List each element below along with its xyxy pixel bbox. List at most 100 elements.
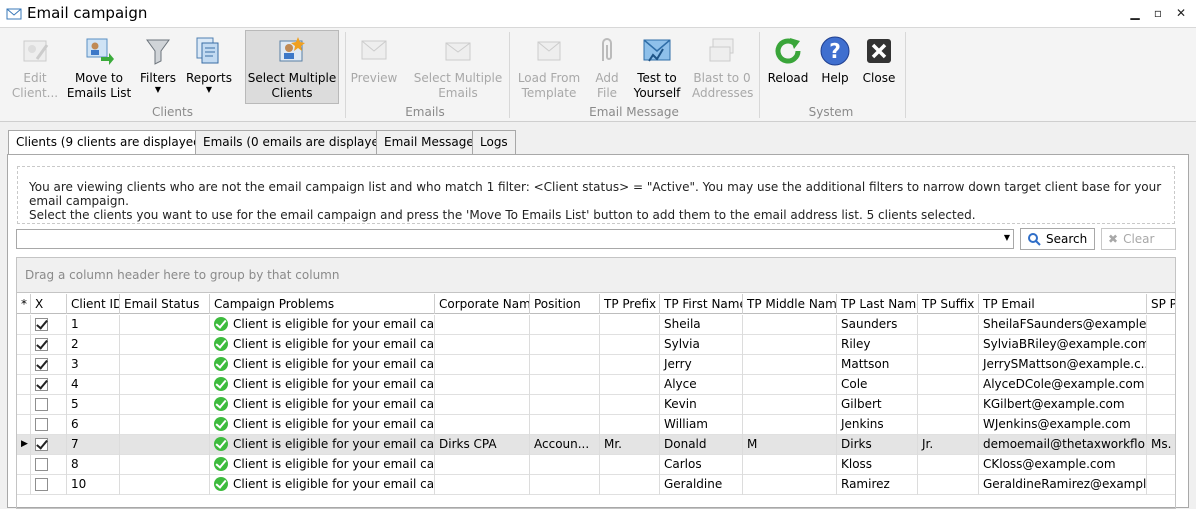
row-checkbox-cell[interactable] xyxy=(31,455,67,475)
cell-campaign-problems: Client is eligible for your email ca... xyxy=(210,395,435,415)
cell-corp xyxy=(435,355,530,375)
cell-id: 1 xyxy=(67,315,120,335)
select-multiple-emails-button[interactable]: Select Multiple Emails xyxy=(413,31,503,105)
column-header-7[interactable]: TP Prefix xyxy=(600,294,660,314)
blast-icon xyxy=(709,38,734,62)
table-row[interactable]: 3 Client is eligible for your email ca...… xyxy=(17,355,1175,375)
filters-button[interactable]: Filters ▼ xyxy=(138,31,178,105)
blast-button[interactable]: Blast to 0 Addresses xyxy=(692,31,753,105)
row-checkbox[interactable] xyxy=(35,318,48,331)
edit-client-button[interactable]: Edit Client... xyxy=(10,31,60,105)
select-multiple-clients-button[interactable]: Select Multiple Clients xyxy=(245,30,339,104)
row-checkbox[interactable] xyxy=(35,418,48,431)
cell-id: 10 xyxy=(67,475,120,495)
column-header-12[interactable]: TP Email xyxy=(979,294,1147,314)
cell-email-status xyxy=(120,315,210,335)
cell-corp xyxy=(435,395,530,415)
cell-campaign-problems: Client is eligible for your email ca... xyxy=(210,415,435,435)
table-row[interactable]: 8 Client is eligible for your email ca...… xyxy=(17,455,1175,475)
column-header-6[interactable]: Position xyxy=(530,294,600,314)
reports-button[interactable]: Reports ▼ xyxy=(184,31,234,105)
cell-middle xyxy=(743,375,837,395)
preview-button[interactable]: Preview xyxy=(350,31,398,105)
row-checkbox[interactable] xyxy=(35,398,48,411)
row-checkbox[interactable] xyxy=(35,338,48,351)
table-row[interactable]: 1 Client is eligible for your email ca...… xyxy=(17,315,1175,335)
cell-suffix xyxy=(918,355,979,375)
cell-first: Donald xyxy=(660,435,743,455)
cell-suffix xyxy=(918,395,979,415)
search-button[interactable]: Search xyxy=(1020,228,1095,250)
current-row-icon: ▶ xyxy=(21,439,28,449)
tab-emails[interactable]: Emails (0 emails are displayed) xyxy=(195,130,400,155)
dropdown-arrow-icon: ▼ xyxy=(205,85,213,94)
reload-button[interactable]: Reload xyxy=(765,31,811,105)
tab-logs[interactable]: Logs xyxy=(472,130,516,155)
search-icon xyxy=(1028,233,1041,246)
row-checkbox[interactable] xyxy=(35,458,48,471)
help-button[interactable]: ? Help xyxy=(816,31,854,105)
column-header-11[interactable]: TP Suffix xyxy=(918,294,979,314)
clear-icon: ✖ xyxy=(1108,232,1119,246)
column-header-10[interactable]: TP Last Name xyxy=(837,294,918,314)
row-checkbox-cell[interactable] xyxy=(31,315,67,335)
cell-corp xyxy=(435,315,530,335)
chevron-down-icon[interactable]: ▼ xyxy=(1004,233,1010,242)
table-row[interactable]: ▶ 7 Client is eligible for your email ca..… xyxy=(17,435,1175,455)
dropdown-arrow-icon: ▼ xyxy=(154,85,162,94)
group-by-panel[interactable]: Drag a column header here to group by th… xyxy=(17,258,1175,293)
column-header-3[interactable]: Email Status xyxy=(120,294,210,314)
minimize-icon[interactable]: ▁ xyxy=(1128,6,1142,20)
column-header-2[interactable]: Client ID xyxy=(67,294,120,314)
row-checkbox-cell[interactable] xyxy=(31,435,67,455)
cell-email-status xyxy=(120,355,210,375)
tab-clients[interactable]: Clients (9 clients are displayed) xyxy=(8,130,214,156)
reports-icon xyxy=(196,37,219,64)
column-header-5[interactable]: Corporate Name xyxy=(435,294,530,314)
row-checkbox-cell[interactable] xyxy=(31,475,67,495)
load-from-template-button[interactable]: Load From Template xyxy=(515,31,583,105)
row-checkbox[interactable] xyxy=(35,478,48,491)
funnel-icon xyxy=(146,39,170,65)
column-header-9[interactable]: TP Middle Name xyxy=(743,294,837,314)
cell-campaign-problems: Client is eligible for your email ca... xyxy=(210,375,435,395)
row-checkbox-cell[interactable] xyxy=(31,355,67,375)
add-file-button[interactable]: Add File xyxy=(590,31,624,105)
close-button[interactable]: Close xyxy=(858,31,900,105)
table-row[interactable]: 6 Client is eligible for your email ca...… xyxy=(17,415,1175,435)
table-row[interactable]: 10 Client is eligible for your email ca..… xyxy=(17,475,1175,495)
move-to-list-icon xyxy=(86,38,114,65)
row-checkbox-cell[interactable] xyxy=(31,415,67,435)
column-header-1[interactable]: X xyxy=(31,294,67,314)
column-header-4[interactable]: Campaign Problems xyxy=(210,294,435,314)
move-to-emails-list-button[interactable]: Move to Emails List xyxy=(66,31,132,105)
cell-sp xyxy=(1147,315,1175,335)
tab-email-message[interactable]: Email Message xyxy=(376,130,482,155)
column-header-8[interactable]: TP First Name xyxy=(660,294,743,314)
table-row[interactable]: 5 Client is eligible for your email ca...… xyxy=(17,395,1175,415)
row-checkbox[interactable] xyxy=(35,358,48,371)
clear-button[interactable]: ✖ Clear xyxy=(1101,228,1176,250)
test-to-yourself-button[interactable]: Test to Yourself xyxy=(630,31,684,105)
cell-position xyxy=(530,375,600,395)
row-checkbox-cell[interactable] xyxy=(31,375,67,395)
row-checkbox[interactable] xyxy=(35,438,48,451)
row-indicator xyxy=(17,475,31,495)
table-row[interactable]: 4 Client is eligible for your email ca...… xyxy=(17,375,1175,395)
row-indicator xyxy=(17,315,31,335)
column-header-13[interactable]: SP Prefix xyxy=(1147,294,1175,314)
close-window-icon[interactable]: ✕ xyxy=(1174,6,1188,20)
cell-email: WJenkins@example.com xyxy=(979,415,1147,435)
envelope-app-icon xyxy=(6,8,22,20)
check-circle-icon xyxy=(214,337,228,351)
row-checkbox-cell[interactable] xyxy=(31,335,67,355)
row-indicator xyxy=(17,395,31,415)
row-checkbox[interactable] xyxy=(35,378,48,391)
check-circle-icon xyxy=(214,417,228,431)
row-checkbox-cell[interactable] xyxy=(31,395,67,415)
search-combo[interactable]: ▼ xyxy=(16,229,1014,249)
column-header-0[interactable]: * xyxy=(17,294,31,314)
maximize-icon[interactable]: ▫ xyxy=(1151,6,1165,20)
table-row[interactable]: 2 Client is eligible for your email ca...… xyxy=(17,335,1175,355)
cell-first: Kevin xyxy=(660,395,743,415)
